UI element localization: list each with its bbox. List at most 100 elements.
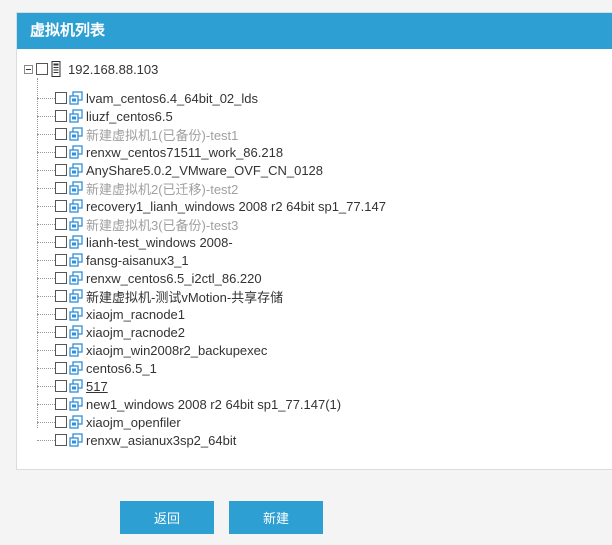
vm-tree-item[interactable]: recovery1_lianh_windows 2008 r2 64bit sp… <box>37 197 386 215</box>
vm-checkbox[interactable] <box>55 290 67 302</box>
tree-connector <box>37 133 55 135</box>
vm-tree-item[interactable]: new1_windows 2008 r2 64bit sp1_77.147(1) <box>37 395 341 413</box>
virtual-machine-icon <box>69 361 83 375</box>
tree-connector <box>37 97 55 99</box>
vm-checkbox[interactable] <box>55 128 67 140</box>
vm-checkbox[interactable] <box>55 92 67 104</box>
vm-tree-item[interactable]: fansg-aisanux3_1 <box>37 251 189 269</box>
virtual-machine-icon <box>69 397 83 411</box>
vm-label: 新建虚拟机1(已备份)-test1 <box>86 127 239 143</box>
tree-root[interactable]: 192.168.88.103 <box>24 60 158 78</box>
vm-checkbox[interactable] <box>55 380 67 392</box>
virtual-machine-icon <box>69 109 83 123</box>
virtual-machine-icon <box>69 433 83 447</box>
vm-checkbox[interactable] <box>55 272 67 284</box>
vm-checkbox[interactable] <box>55 236 67 248</box>
virtual-machine-icon <box>69 379 83 393</box>
virtual-machine-icon <box>69 181 83 195</box>
virtual-machine-icon <box>69 163 83 177</box>
virtual-machine-icon <box>69 199 83 213</box>
vm-tree-item[interactable]: lianh-test_windows 2008- <box>37 233 233 251</box>
vm-label: xiaojm_win2008r2_backupexec <box>86 342 268 358</box>
root-checkbox[interactable] <box>36 63 48 75</box>
vm-checkbox[interactable] <box>55 416 67 428</box>
vm-label: renxw_centos71511_work_86.218 <box>86 144 284 160</box>
tree-connector <box>37 205 55 207</box>
tree-connector <box>37 331 55 333</box>
tree-connector <box>37 385 55 387</box>
vm-tree-item[interactable]: renxw_centos71511_work_86.218 <box>37 143 283 161</box>
vm-tree-item[interactable]: xiaojm_racnode1 <box>37 305 185 323</box>
tree-connector <box>37 151 55 153</box>
vm-label: xiaojm_racnode2 <box>86 324 186 340</box>
vm-label: 新建虚拟机-测试vMotion-共享存储 <box>86 289 284 305</box>
tree-connector <box>37 223 55 225</box>
vm-label: new1_windows 2008 r2 64bit sp1_77.147(1) <box>86 396 342 412</box>
tree-connector <box>37 277 55 279</box>
tree-connector <box>37 367 55 369</box>
virtual-machine-icon <box>69 325 83 339</box>
tree-connector <box>37 421 55 423</box>
vm-label: 新建虚拟机2(已迁移)-test2 <box>86 181 239 197</box>
tree-connector <box>37 313 55 315</box>
server-icon <box>51 61 61 77</box>
vm-checkbox[interactable] <box>55 362 67 374</box>
vm-tree-item[interactable]: renxw_centos6.5_i2ctl_86.220 <box>37 269 262 287</box>
vm-checkbox[interactable] <box>55 146 67 158</box>
collapse-toggle-icon[interactable] <box>24 64 33 74</box>
vm-checkbox[interactable] <box>55 164 67 176</box>
vm-label: xiaojm_racnode1 <box>86 306 186 322</box>
vm-checkbox[interactable] <box>55 344 67 356</box>
vm-checkbox[interactable] <box>55 398 67 410</box>
vm-label: liuzf_centos6.5 <box>86 108 173 124</box>
create-button[interactable]: 新建 <box>229 501 323 534</box>
vm-tree-item[interactable]: 新建虚拟机3(已备份)-test3 <box>37 215 238 233</box>
vm-tree-item[interactable]: liuzf_centos6.5 <box>37 107 173 125</box>
vm-tree-item[interactable]: 新建虚拟机1(已备份)-test1 <box>37 125 238 143</box>
vm-checkbox[interactable] <box>55 200 67 212</box>
back-button[interactable]: 返回 <box>120 501 214 534</box>
vm-tree-item[interactable]: centos6.5_1 <box>37 359 157 377</box>
tree-connector <box>37 439 55 441</box>
virtual-machine-icon <box>69 415 83 429</box>
tree-connector <box>37 259 55 261</box>
vm-label: lianh-test_windows 2008- <box>86 234 233 250</box>
vm-tree-item[interactable]: lvam_centos6.4_64bit_02_lds <box>37 89 258 107</box>
vm-label: fansg-aisanux3_1 <box>86 252 189 268</box>
vm-tree-item[interactable]: 新建虚拟机2(已迁移)-test2 <box>37 179 238 197</box>
virtual-machine-icon <box>69 343 83 357</box>
virtual-machine-icon <box>69 127 83 141</box>
vm-tree-item[interactable]: xiaojm_racnode2 <box>37 323 185 341</box>
vm-label: 517 <box>86 378 108 394</box>
vm-label: xiaojm_openfiler <box>86 414 181 430</box>
virtual-machine-icon <box>69 145 83 159</box>
vm-tree-item[interactable]: 新建虚拟机-测试vMotion-共享存储 <box>37 287 283 305</box>
vm-checkbox[interactable] <box>55 308 67 320</box>
virtual-machine-icon <box>69 271 83 285</box>
vm-tree-item[interactable]: xiaojm_openfiler <box>37 413 181 431</box>
tree-connector <box>37 295 55 297</box>
vm-label: centos6.5_1 <box>86 360 157 376</box>
vm-tree-item[interactable]: renxw_asianux3sp2_64bit <box>37 431 236 449</box>
virtual-machine-icon <box>69 253 83 267</box>
tree-connector <box>37 187 55 189</box>
vm-tree-item[interactable]: AnyShare5.0.2_VMware_OVF_CN_0128 <box>37 161 323 179</box>
vm-label: 新建虚拟机3(已备份)-test3 <box>86 217 239 233</box>
vm-checkbox[interactable] <box>55 326 67 338</box>
tree-connector <box>37 403 55 405</box>
vm-tree-item[interactable]: xiaojm_win2008r2_backupexec <box>37 341 267 359</box>
vm-tree-item[interactable]: 517 <box>37 377 108 395</box>
virtual-machine-icon <box>69 307 83 321</box>
vm-label: renxw_asianux3sp2_64bit <box>86 432 237 448</box>
vm-checkbox[interactable] <box>55 218 67 230</box>
vm-label: AnyShare5.0.2_VMware_OVF_CN_0128 <box>86 162 324 178</box>
tree-connector <box>37 241 55 243</box>
virtual-machine-icon <box>69 91 83 105</box>
vm-checkbox[interactable] <box>55 254 67 266</box>
vm-checkbox[interactable] <box>55 182 67 194</box>
vm-checkbox[interactable] <box>55 110 67 122</box>
tree-connector <box>37 349 55 351</box>
host-label: 192.168.88.103 <box>68 61 159 77</box>
vm-label: lvam_centos6.4_64bit_02_lds <box>86 90 259 106</box>
vm-checkbox[interactable] <box>55 434 67 446</box>
